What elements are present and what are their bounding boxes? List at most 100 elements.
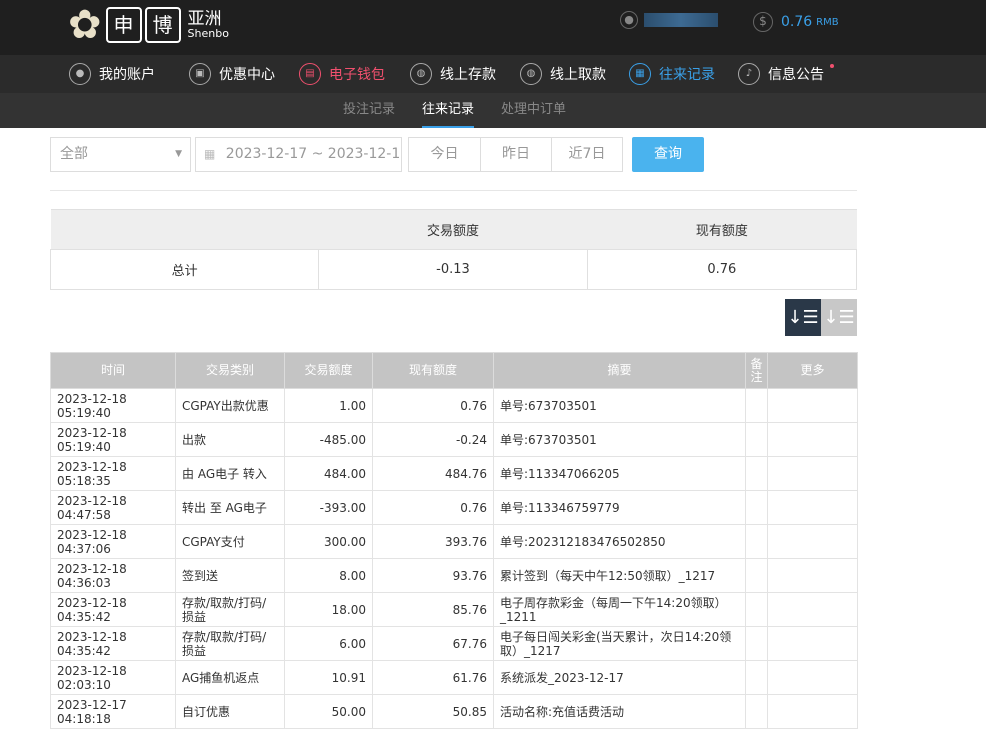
- cell-summary: 单号:113347066205: [493, 456, 746, 491]
- nav-label: 信息公告: [768, 67, 824, 83]
- type-select-value: 全部: [60, 146, 88, 162]
- cell-summary: 单号:113346759779: [493, 490, 746, 525]
- summary-total-label: 总计: [49, 249, 320, 290]
- cell-time: 2023-12-18 04:37:06: [50, 524, 176, 559]
- cell-time: 2023-12-18 05:19:40: [50, 388, 176, 423]
- user-account[interactable]: ●: [620, 11, 718, 29]
- cell-balance: -0.24: [372, 422, 494, 457]
- cell-time: 2023-12-18 04:35:42: [50, 592, 176, 627]
- cell-amount: 50.00: [284, 694, 373, 729]
- cell-remark: [745, 660, 768, 695]
- last-7-days-button[interactable]: 近7日: [551, 137, 623, 172]
- summary-blank-header: [50, 209, 319, 250]
- logo-en: Shenbo: [187, 27, 229, 40]
- tab-transaction-records[interactable]: 往来记录: [422, 93, 475, 128]
- cell-balance: 85.76: [372, 592, 494, 627]
- cell-time: 2023-12-18 04:35:42: [50, 626, 176, 661]
- table-row: 2023-12-18 05:19:40 CGPAY出款优惠 1.00 0.76 …: [50, 388, 858, 423]
- cell-time: 2023-12-18 04:36:03: [50, 558, 176, 593]
- cell-remark: [745, 388, 768, 423]
- tab-bet-records[interactable]: 投注记录: [343, 93, 395, 128]
- cell-type: 转出 至 AG电子: [175, 490, 285, 525]
- user-icon: ●: [620, 11, 638, 29]
- header-type: 交易类别: [175, 352, 285, 389]
- nav-e-wallet[interactable]: ▤ 电子钱包: [299, 62, 385, 86]
- balance-display[interactable]: $ 0.76 RMB: [753, 12, 839, 32]
- cell-summary: 系统派发_2023-12-17: [493, 660, 746, 695]
- cell-more[interactable]: [767, 422, 858, 457]
- nav-label: 我的账户: [99, 67, 155, 83]
- nav-label: 线上存款: [440, 67, 496, 83]
- gift-icon: ▣: [189, 63, 211, 85]
- header-balance: 现有额度: [372, 352, 494, 389]
- nav-records[interactable]: ▦ 往来记录: [629, 62, 715, 86]
- sort-asc-icon[interactable]: ↓☰: [821, 299, 857, 336]
- cell-more[interactable]: [767, 592, 858, 627]
- cell-more[interactable]: [767, 524, 858, 559]
- cell-time: 2023-12-18 04:47:58: [50, 490, 176, 525]
- date-range-input[interactable]: ▦ 2023-12-17 ~ 2023-12-18: [195, 137, 402, 172]
- cell-summary: 电子周存款彩金（每周一下午14:20领取）_1211: [493, 592, 746, 627]
- type-select[interactable]: 全部 ▼: [50, 137, 191, 172]
- nav-announcements[interactable]: ♪ 信息公告: [738, 62, 834, 86]
- table-row: 2023-12-18 04:35:42 存款/取款/打码/损益 6.00 67.…: [50, 626, 858, 661]
- cell-balance: 484.76: [372, 456, 494, 491]
- cell-balance: 0.76: [372, 490, 494, 525]
- cell-time: 2023-12-18 05:19:40: [50, 422, 176, 457]
- records-icon: ▦: [629, 63, 651, 85]
- cell-type: 签到送: [175, 558, 285, 593]
- summary-total-balance: 0.76: [586, 249, 858, 290]
- date-range-value: 2023-12-17 ~ 2023-12-18: [225, 146, 402, 162]
- divider: [50, 190, 857, 191]
- withdraw-icon: ◍: [520, 63, 542, 85]
- cell-balance: 93.76: [372, 558, 494, 593]
- cell-amount: 8.00: [284, 558, 373, 593]
- nav-online-withdraw[interactable]: ◍ 线上取款: [520, 62, 606, 86]
- cell-balance: 61.76: [372, 660, 494, 695]
- cell-more[interactable]: [767, 558, 858, 593]
- query-button[interactable]: 查询: [632, 137, 704, 172]
- cell-amount: 10.91: [284, 660, 373, 695]
- cell-more[interactable]: [767, 660, 858, 695]
- cell-more[interactable]: [767, 694, 858, 729]
- yesterday-button[interactable]: 昨日: [480, 137, 552, 172]
- cell-remark: [745, 422, 768, 457]
- cell-more[interactable]: [767, 388, 858, 423]
- logo-char-2: 博: [144, 7, 181, 43]
- table-row: 2023-12-18 05:18:35 由 AG电子 转入 484.00 484…: [50, 456, 858, 491]
- records-table: 时间 交易类别 交易额度 现有额度 摘要 备注 更多 2023-12-18 05…: [50, 352, 858, 729]
- cell-remark: [745, 558, 768, 593]
- nav-my-account[interactable]: ● 我的账户: [69, 62, 155, 86]
- cell-summary: 单号:673703501: [493, 388, 746, 423]
- cell-summary: 电子每日闯关彩金(当天累计，次日14:20领取）_1217: [493, 626, 746, 661]
- cell-more[interactable]: [767, 490, 858, 525]
- tab-pending-orders[interactable]: 处理中订单: [501, 93, 566, 128]
- table-row: 2023-12-18 04:36:03 签到送 8.00 93.76 累计签到（…: [50, 558, 858, 593]
- cell-amount: 6.00: [284, 626, 373, 661]
- cell-time: 2023-12-18 02:03:10: [50, 660, 176, 695]
- cell-type: 由 AG电子 转入: [175, 456, 285, 491]
- table-row: 2023-12-18 04:47:58 转出 至 AG电子 -393.00 0.…: [50, 490, 858, 525]
- balance-value: 0.76: [781, 14, 813, 30]
- sort-desc-icon[interactable]: ↓☰: [785, 299, 821, 336]
- nav-label: 优惠中心: [219, 67, 275, 83]
- nav-promotions[interactable]: ▣ 优惠中心: [189, 62, 275, 86]
- deposit-icon: ◍: [410, 63, 432, 85]
- cell-more[interactable]: [767, 626, 858, 661]
- notification-dot: [830, 64, 834, 68]
- cell-type: 出款: [175, 422, 285, 457]
- cell-more[interactable]: [767, 456, 858, 491]
- header-summary: 摘要: [493, 352, 746, 389]
- nav-label: 往来记录: [659, 67, 715, 83]
- cell-amount: -485.00: [284, 422, 373, 457]
- cell-amount: 300.00: [284, 524, 373, 559]
- today-button[interactable]: 今日: [408, 137, 481, 172]
- site-logo[interactable]: ✿ 申 博 亚洲 Shenbo: [68, 2, 229, 48]
- cell-summary: 活动名称:充值话费活动: [493, 694, 746, 729]
- nav-online-deposit[interactable]: ◍ 线上存款: [410, 62, 496, 86]
- bell-icon: ♪: [738, 63, 760, 85]
- main-nav: ● 我的账户 ▣ 优惠中心 ▤ 电子钱包 ◍ 线上存款 ◍ 线上取款 ▦ 往来记…: [0, 55, 986, 93]
- table-row: 2023-12-18 04:35:42 存款/取款/打码/损益 18.00 85…: [50, 592, 858, 627]
- logo-cn: 亚洲: [187, 9, 222, 29]
- cell-amount: 18.00: [284, 592, 373, 627]
